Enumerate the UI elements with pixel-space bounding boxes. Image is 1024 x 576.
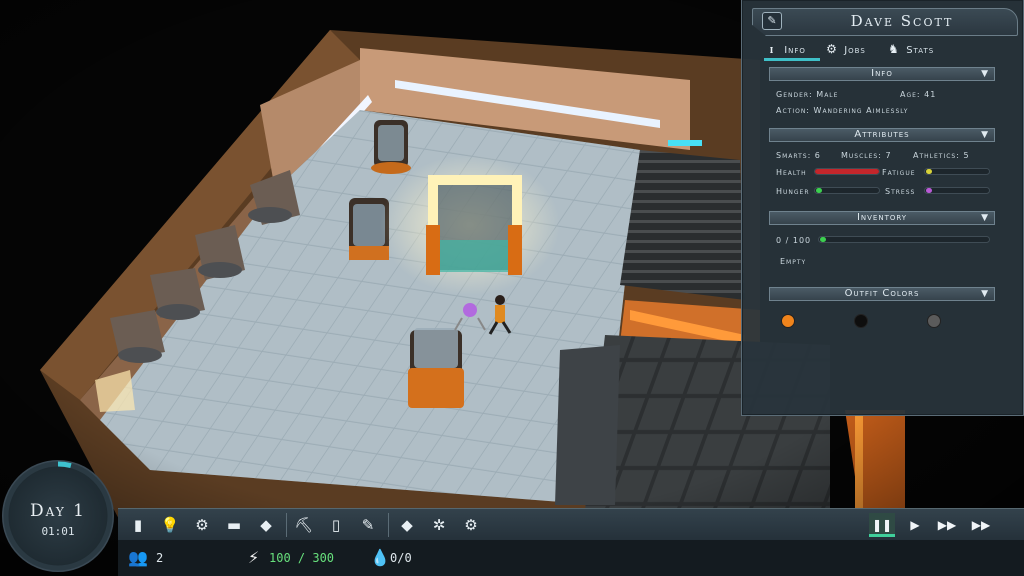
population-count: 2 bbox=[156, 551, 164, 565]
jobs-icon: ⚙ bbox=[826, 42, 838, 56]
info-section-title: Info bbox=[871, 68, 893, 79]
hunger-bar-fill bbox=[816, 188, 822, 193]
bin-icon: ▯ bbox=[331, 516, 341, 534]
day-label: Day 1 bbox=[30, 501, 86, 521]
lighting-button[interactable]: 💡 bbox=[158, 513, 182, 537]
chevron-down-icon: ▼ bbox=[981, 289, 989, 299]
mine-button[interactable]: ⛏ bbox=[292, 513, 316, 537]
fast-forward-icon: ▶▶ bbox=[937, 518, 957, 532]
attributes-section-title: Attributes bbox=[854, 129, 910, 140]
storage-icon: ▮ bbox=[133, 516, 143, 534]
crate-icon: ◆ bbox=[260, 516, 272, 534]
gender-text: Gender: Male bbox=[776, 90, 839, 99]
pencil-icon: ✎ bbox=[767, 14, 777, 27]
game-screen: ✎ Dave Scott i Info ⚙ Jobs ♞ Stats Info … bbox=[0, 0, 1024, 576]
stress-bar-fill bbox=[926, 188, 932, 193]
machines-button[interactable]: ⚙ bbox=[190, 513, 214, 537]
tab-jobs[interactable]: ⚙ Jobs bbox=[824, 42, 866, 60]
attributes-section-header[interactable]: Attributes ▼ bbox=[769, 128, 995, 142]
inventory-bar bbox=[818, 236, 990, 243]
power-icon: ⚡ bbox=[248, 548, 260, 567]
muscles-text: Muscles: 7 bbox=[841, 151, 892, 160]
inventory-bar-fill bbox=[820, 237, 826, 242]
outfit-colors-section-header[interactable]: Outfit Colors ▼ bbox=[769, 287, 995, 301]
light-bulb-icon: 💡 bbox=[160, 516, 180, 534]
inventory-section-title: Inventory bbox=[856, 212, 908, 223]
objects-button[interactable]: ◆ bbox=[395, 513, 419, 537]
outfit-color-swatch-tertiary[interactable] bbox=[927, 314, 941, 328]
water-value: 0/0 bbox=[390, 551, 412, 565]
health-bar bbox=[814, 168, 880, 175]
fatigue-bar-fill bbox=[926, 169, 932, 174]
dig-button[interactable]: ✎ bbox=[356, 513, 380, 537]
stress-bar bbox=[924, 187, 990, 194]
storage-button[interactable]: ▮ bbox=[126, 513, 150, 537]
info-section-header[interactable]: Info ▼ bbox=[769, 67, 995, 81]
crates-button[interactable]: ◆ bbox=[254, 513, 278, 537]
health-label: Health bbox=[776, 168, 807, 177]
athletics-text: Athletics: 5 bbox=[913, 151, 970, 160]
tab-info-label: Info bbox=[784, 45, 806, 56]
fatigue-label: Fatigue bbox=[882, 168, 916, 177]
chevron-down-icon: ▼ bbox=[981, 213, 989, 223]
fast-forward-button[interactable]: ▶▶ bbox=[934, 513, 960, 537]
network-button[interactable]: ✲ bbox=[427, 513, 451, 537]
settings-button[interactable]: ⚙ bbox=[459, 513, 483, 537]
inventory-section-header[interactable]: Inventory ▼ bbox=[769, 211, 995, 225]
pickaxe-icon: ⛏ bbox=[294, 516, 314, 534]
action-text: Action: Wandering Aimlessly bbox=[776, 106, 909, 115]
character-name: Dave Scott bbox=[850, 12, 954, 30]
stats-icon: ♞ bbox=[888, 42, 900, 56]
edit-name-button[interactable]: ✎ bbox=[762, 12, 782, 30]
shovel-icon: ✎ bbox=[361, 516, 375, 534]
smarts-text: Smarts: 6 bbox=[776, 151, 821, 160]
fatigue-bar bbox=[924, 168, 990, 175]
stress-label: Stress bbox=[885, 187, 916, 196]
fastest-forward-button[interactable]: ▶▶ bbox=[968, 513, 994, 537]
age-text: Age: 41 bbox=[900, 90, 937, 99]
hunger-label: Hunger bbox=[776, 187, 810, 196]
build-toolbar: ▮ 💡 ⚙ ▬ ◆ ⛏ ▯ ✎ ◆ ✲ ⚙ ❚❚ ▶ ▶▶ ▶▶ bbox=[118, 508, 1024, 540]
play-icon: ▶ bbox=[910, 518, 920, 532]
tab-stats[interactable]: ♞ Stats bbox=[886, 42, 934, 60]
outfit-colors-section-title: Outfit Colors bbox=[844, 288, 920, 299]
power-value: 100 / 300 bbox=[269, 551, 335, 565]
network-icon: ✲ bbox=[432, 516, 446, 534]
character-info-panel: ✎ Dave Scott i Info ⚙ Jobs ♞ Stats Info … bbox=[741, 0, 1024, 416]
demolish-button[interactable]: ▯ bbox=[324, 513, 348, 537]
gears-icon: ⚙ bbox=[195, 516, 209, 534]
toolbar-separator bbox=[286, 513, 287, 537]
chevron-down-icon: ▼ bbox=[981, 130, 989, 140]
box-icon: ◆ bbox=[401, 516, 413, 534]
outfit-color-swatch-secondary[interactable] bbox=[854, 314, 868, 328]
day-clock-dial: Day 1 01:01 bbox=[2, 460, 114, 572]
pause-icon: ❚❚ bbox=[871, 518, 893, 532]
pause-button[interactable]: ❚❚ bbox=[869, 513, 895, 537]
outfit-color-swatch-primary[interactable] bbox=[781, 314, 795, 328]
resource-status-bar: 👥 2 ⚡ 100 / 300 💧 0/0 bbox=[118, 540, 1024, 576]
furniture-button[interactable]: ▬ bbox=[222, 513, 246, 537]
bed-icon: ▬ bbox=[226, 516, 242, 534]
hunger-bar bbox=[814, 187, 880, 194]
water-drop-icon: 💧 bbox=[370, 548, 390, 567]
inventory-count: 0 / 100 bbox=[776, 236, 812, 245]
population-icon: 👥 bbox=[128, 548, 148, 567]
inventory-status: Empty bbox=[780, 257, 807, 266]
tab-stats-label: Stats bbox=[906, 45, 935, 56]
settings-cog-icon: ⚙ bbox=[464, 516, 478, 534]
health-bar-fill bbox=[815, 169, 879, 174]
active-tab-indicator bbox=[764, 58, 820, 61]
tab-jobs-label: Jobs bbox=[844, 45, 866, 56]
toolbar-separator bbox=[388, 513, 389, 537]
fastest-forward-icon: ▶▶ bbox=[971, 518, 991, 532]
play-button[interactable]: ▶ bbox=[902, 513, 928, 537]
chevron-down-icon: ▼ bbox=[981, 69, 989, 79]
info-icon: i bbox=[769, 42, 775, 56]
time-label: 01:01 bbox=[41, 525, 75, 538]
